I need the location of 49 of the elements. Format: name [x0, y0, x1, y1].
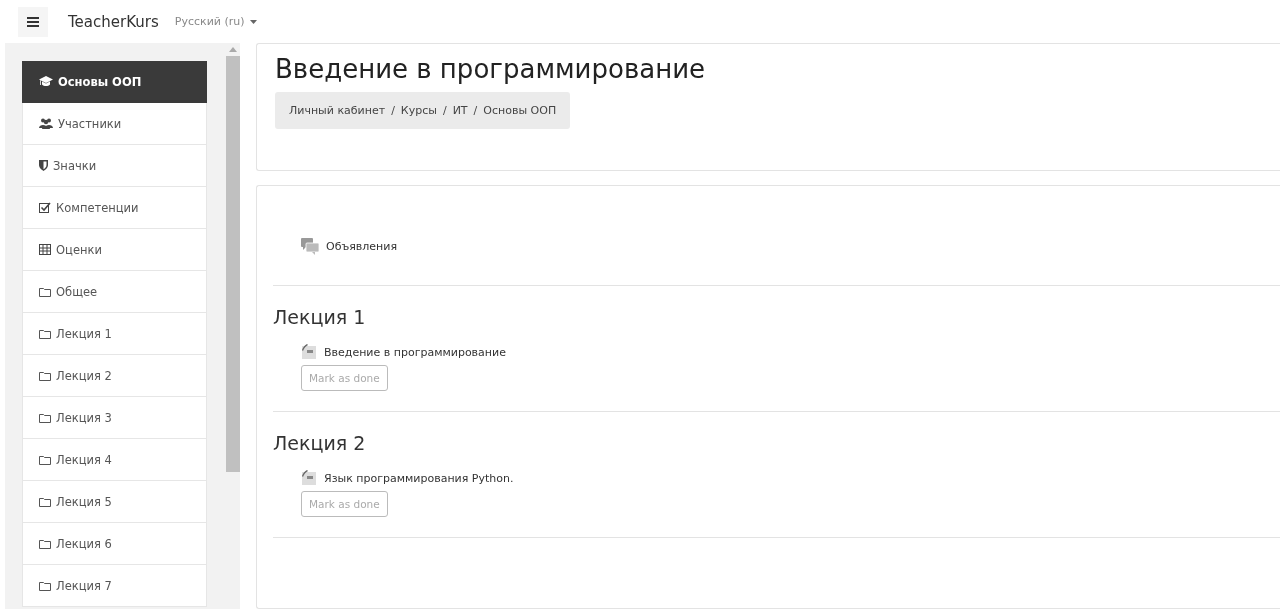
scroll-up-icon[interactable] [229, 47, 237, 52]
sidebar-item[interactable]: Лекция 5 [22, 481, 207, 523]
activity-link[interactable]: Язык программирования Python. [324, 471, 514, 485]
folder-icon [39, 454, 51, 465]
breadcrumb-link[interactable]: Курсы [400, 104, 437, 117]
sidebar-item[interactable]: Оценки [22, 229, 207, 271]
site-name[interactable]: TeacherKurs [68, 12, 159, 31]
breadcrumb-separator: / [473, 104, 478, 117]
sidebar-item[interactable]: Основы ООП [22, 61, 207, 103]
page-icon [301, 470, 317, 486]
breadcrumb-separator: / [442, 104, 447, 117]
shield-icon [39, 160, 48, 171]
folder-icon [39, 286, 51, 297]
sidebar-item[interactable]: Значки [22, 145, 207, 187]
breadcrumb-link[interactable]: ИТ [452, 104, 468, 117]
breadcrumb-link[interactable]: Основы ООП [483, 104, 557, 117]
breadcrumb-separator: / [391, 104, 395, 117]
folder-icon [39, 370, 51, 381]
sidebar-item[interactable]: Лекция 7 [22, 565, 207, 607]
sidebar-item[interactable]: Лекция 1 [22, 313, 207, 355]
sidebar-item[interactable]: Лекция 4 [22, 439, 207, 481]
folder-icon [39, 412, 51, 423]
folder-icon [39, 538, 51, 549]
chat-bubbles-icon [301, 238, 319, 255]
folder-icon [39, 328, 51, 339]
section-title: Лекция 2 [273, 432, 367, 454]
language-menu[interactable]: Русский (ru) [174, 15, 257, 28]
caret-icon [249, 19, 257, 24]
sidebar-item[interactable]: Лекция 6 [22, 523, 207, 565]
activity-link[interactable]: Объявления [326, 240, 398, 253]
page-icon [301, 344, 317, 360]
sidebar-item[interactable]: Лекция 3 [22, 397, 207, 439]
menu-icon [27, 16, 39, 27]
breadcrumb-link[interactable]: Личный кабинет [289, 104, 386, 117]
sidebar-item[interactable]: Участники [22, 103, 207, 145]
sidebar-item[interactable]: Компетенции [22, 187, 207, 229]
scrollbar-thumb[interactable] [226, 56, 240, 472]
section-title: Лекция 1 [273, 306, 367, 328]
users-icon [39, 118, 53, 129]
sidebar-item[interactable]: Общее [22, 271, 207, 313]
menu-button[interactable] [18, 6, 48, 37]
table-icon [39, 244, 51, 255]
page-title: Введение в программирование [275, 54, 707, 84]
sidebar-item[interactable]: Лекция 2 [22, 355, 207, 397]
folder-icon [39, 580, 51, 591]
activity-link[interactable]: Введение в программирование [324, 345, 506, 359]
graduation-cap-icon [39, 76, 53, 87]
folder-icon [39, 496, 51, 507]
checkbox-icon [39, 202, 51, 213]
